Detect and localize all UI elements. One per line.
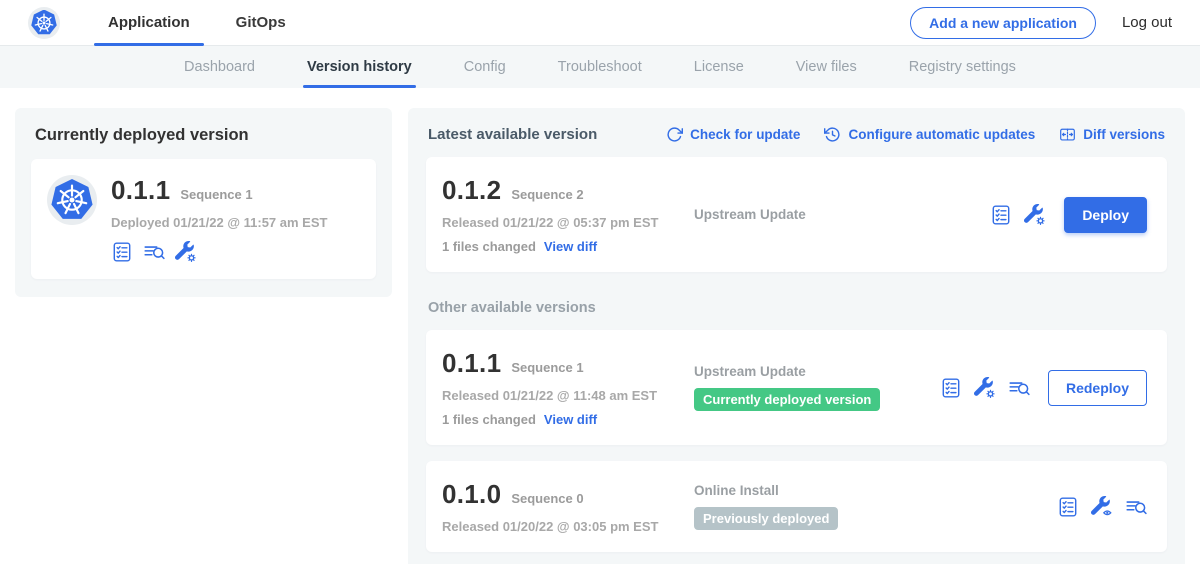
tab-application[interactable]: Application — [94, 0, 204, 45]
logout-button[interactable]: Log out — [1122, 14, 1172, 31]
released-timestamp: Released 01/21/22 @ 11:48 am EST — [442, 388, 694, 403]
diff-versions-link[interactable]: Diff versions — [1059, 126, 1165, 143]
previously-deployed-badge: Previously deployed — [694, 507, 838, 530]
deployed-version-card: 0.1.1 Sequence 1 Deployed 01/21/22 @ 11:… — [31, 159, 376, 279]
logs-icon[interactable] — [143, 241, 165, 263]
deployed-sequence-label: Sequence 1 — [180, 187, 252, 202]
subnav-item-dashboard[interactable]: Dashboard — [184, 46, 255, 88]
release-notes-icon[interactable] — [1057, 496, 1079, 518]
source-label: Upstream Update — [694, 207, 806, 222]
other-versions-header: Other available versions — [428, 300, 1165, 316]
subnav-item-license[interactable]: License — [694, 46, 744, 88]
kots-admin-console: Application GitOps Add a new application… — [0, 0, 1200, 564]
subnav-item-registry-settings[interactable]: Registry settings — [909, 46, 1016, 88]
release-notes-icon[interactable] — [990, 204, 1012, 226]
release-notes-icon[interactable] — [111, 241, 133, 263]
currently-deployed-badge: Currently deployed version — [694, 388, 880, 411]
top-nav-right: Add a new application Log out — [910, 7, 1172, 39]
version-source: Upstream Update Currently deployed versi… — [694, 364, 940, 411]
schedule-icon — [824, 126, 841, 143]
version-number: 0.1.0 — [442, 479, 501, 510]
deployed-timestamp: Deployed 01/21/22 @ 11:57 am EST — [111, 215, 327, 230]
released-timestamp: Released 01/21/22 @ 05:37 pm EST — [442, 215, 694, 230]
source-label: Online Install — [694, 483, 779, 498]
refresh-icon — [666, 126, 683, 143]
version-info: 0.1.1 Sequence 1 Released 01/21/22 @ 11:… — [442, 348, 694, 427]
source-label: Upstream Update — [694, 364, 806, 379]
deploy-button[interactable]: Deploy — [1064, 197, 1147, 233]
subnav-item-version-history[interactable]: Version history — [307, 46, 412, 88]
tab-application-label: Application — [108, 14, 190, 31]
version-history-panel: Latest available version Check for updat… — [408, 108, 1185, 564]
version-source: Online Install Previously deployed — [694, 483, 1057, 530]
deployed-actions — [111, 241, 327, 263]
sequence-label: Sequence 2 — [511, 187, 583, 202]
config-icon[interactable] — [175, 241, 197, 263]
version-actions: Deploy — [990, 197, 1147, 233]
ship-wheel-icon — [54, 182, 90, 218]
version-info: 0.1.2 Sequence 2 Released 01/21/22 @ 05:… — [442, 175, 694, 254]
app-switcher-tabs: Application GitOps — [94, 0, 318, 45]
release-notes-icon[interactable] — [940, 377, 962, 399]
released-timestamp: Released 01/20/22 @ 03:05 pm EST — [442, 519, 694, 534]
currently-deployed-title: Currently deployed version — [35, 126, 372, 145]
config-view-icon[interactable] — [1091, 496, 1113, 518]
diff-versions-label: Diff versions — [1083, 127, 1165, 142]
version-actions: Check for update Configure automatic upd… — [666, 126, 1165, 143]
subnav-item-config[interactable]: Config — [464, 46, 506, 88]
tab-gitops[interactable]: GitOps — [222, 0, 300, 45]
configure-automatic-updates-link[interactable]: Configure automatic updates — [824, 126, 1035, 143]
version-number: 0.1.2 — [442, 175, 501, 206]
version-source: Upstream Update — [694, 207, 990, 222]
latest-version-header: Latest available version — [428, 126, 597, 143]
top-nav: Application GitOps Add a new application… — [0, 0, 1200, 46]
logs-icon[interactable] — [1125, 496, 1147, 518]
logs-icon[interactable] — [1008, 377, 1030, 399]
add-new-application-button[interactable]: Add a new application — [910, 7, 1096, 39]
version-actions — [1057, 496, 1147, 518]
subnav-item-view-files[interactable]: View files — [796, 46, 857, 88]
sequence-label: Sequence 1 — [511, 360, 583, 375]
config-icon[interactable] — [1024, 204, 1046, 226]
view-diff-link[interactable]: View diff — [544, 412, 597, 427]
app-logo-icon — [47, 175, 97, 225]
config-icon[interactable] — [974, 377, 996, 399]
version-card-0-1-1: 0.1.1 Sequence 1 Released 01/21/22 @ 11:… — [426, 330, 1167, 445]
check-for-update-label: Check for update — [690, 127, 800, 142]
main-content: Currently deployed version 0.1.1 Sequenc… — [0, 88, 1200, 564]
kubernetes-logo-icon — [28, 7, 60, 39]
version-actions: Redeploy — [940, 370, 1147, 406]
deployed-version-number: 0.1.1 — [111, 175, 170, 206]
version-card-0-1-2: 0.1.2 Sequence 2 Released 01/21/22 @ 05:… — [426, 157, 1167, 272]
diff-icon — [1059, 126, 1076, 143]
configure-automatic-updates-label: Configure automatic updates — [848, 127, 1035, 142]
sequence-label: Sequence 0 — [511, 491, 583, 506]
version-card-0-1-0: 0.1.0 Sequence 0 Released 01/20/22 @ 03:… — [426, 461, 1167, 552]
check-for-update-link[interactable]: Check for update — [666, 126, 800, 143]
view-diff-link[interactable]: View diff — [544, 239, 597, 254]
app-subnav: Dashboard Version history Config Trouble… — [0, 46, 1200, 88]
files-changed-label: 1 files changed — [442, 412, 536, 427]
subnav-item-troubleshoot[interactable]: Troubleshoot — [558, 46, 642, 88]
latest-version-header-row: Latest available version Check for updat… — [426, 124, 1167, 143]
currently-deployed-panel: Currently deployed version 0.1.1 Sequenc… — [15, 108, 392, 297]
deployed-version-info: 0.1.1 Sequence 1 Deployed 01/21/22 @ 11:… — [111, 175, 327, 263]
redeploy-button[interactable]: Redeploy — [1048, 370, 1147, 406]
tab-gitops-label: GitOps — [236, 14, 286, 31]
version-number: 0.1.1 — [442, 348, 501, 379]
version-info: 0.1.0 Sequence 0 Released 01/20/22 @ 03:… — [442, 479, 694, 534]
ship-wheel-icon — [33, 12, 55, 34]
files-changed-label: 1 files changed — [442, 239, 536, 254]
